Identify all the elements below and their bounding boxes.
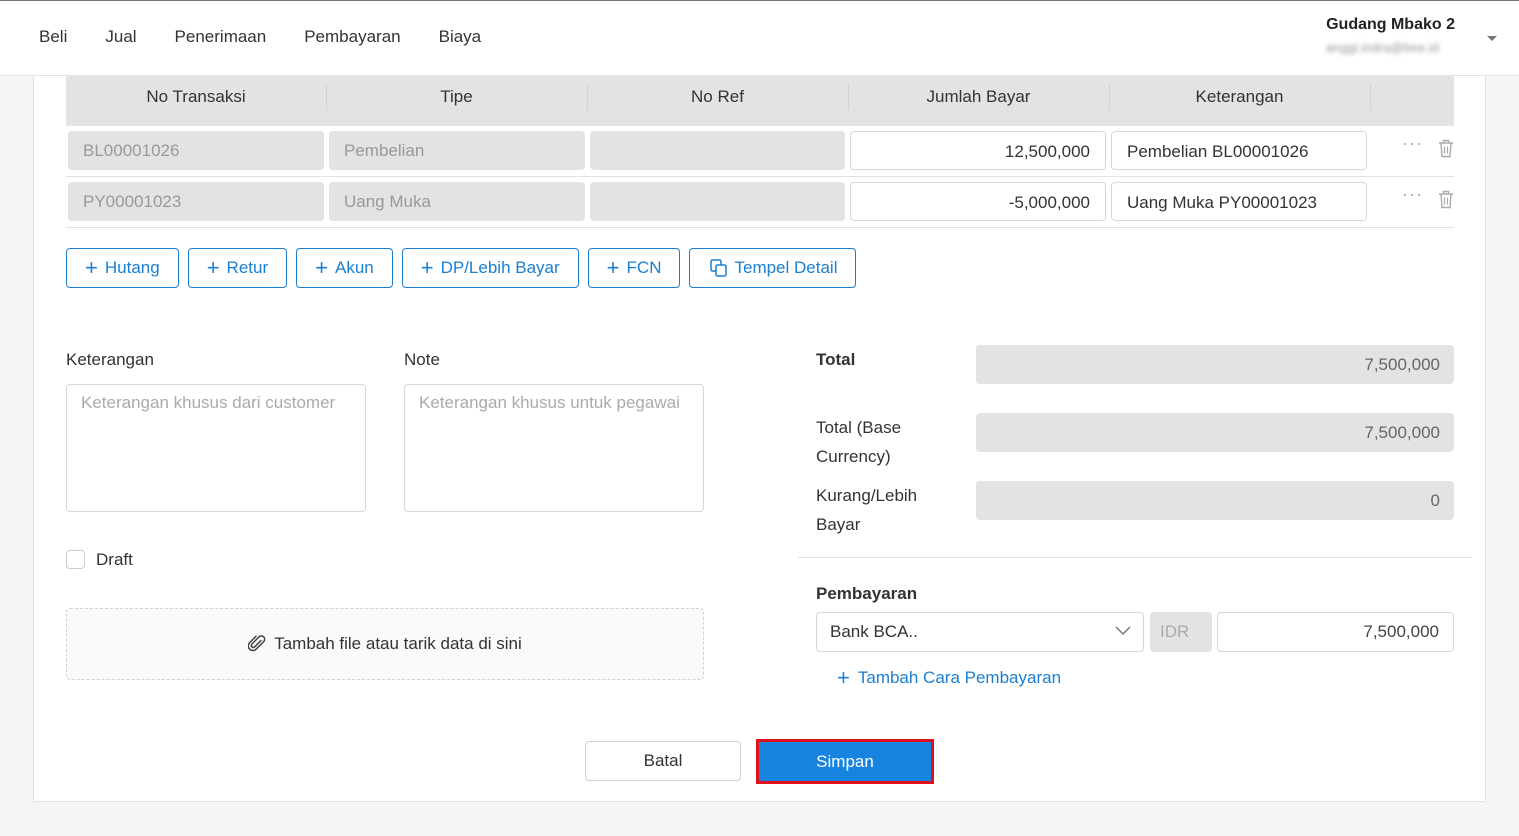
copy-icon xyxy=(710,259,728,277)
add-dp-label: DP/Lebih Bayar xyxy=(440,258,560,277)
kurang-label-line2: Bayar xyxy=(816,515,861,534)
save-button[interactable]: Simpan xyxy=(759,742,931,781)
file-dropzone[interactable]: Tambah file atau tarik data di sini xyxy=(66,608,704,680)
nav-item-penerimaan[interactable]: Penerimaan xyxy=(156,27,286,47)
no-transaksi-cell: BL00001026 xyxy=(68,131,324,170)
payment-method-value: Bank BCA.. xyxy=(830,622,918,641)
add-akun-button[interactable]: + Akun xyxy=(296,248,393,288)
add-fcn-label: FCN xyxy=(626,258,662,277)
trash-icon[interactable] xyxy=(1438,190,1454,214)
paperclip-icon xyxy=(248,635,266,652)
jumlah-bayar-input[interactable]: -5,000,000 xyxy=(850,182,1106,221)
add-payment-method-label: Tambah Cara Pembayaran xyxy=(857,668,1062,687)
chevron-down-icon xyxy=(1115,626,1131,636)
payment-method-select[interactable]: Bank BCA.. xyxy=(816,612,1144,652)
tipe-cell: Uang Muka xyxy=(329,182,585,221)
add-retur-button[interactable]: + Retur xyxy=(187,248,288,288)
table-row: PY00001023 Uang Muka -5,000,000 Uang Muk… xyxy=(66,177,1454,228)
keterangan-input[interactable]: Uang Muka PY00001023 xyxy=(1111,182,1367,221)
keterangan-input[interactable]: Pembelian BL00001026 xyxy=(1111,131,1367,170)
add-retur-label: Retur xyxy=(226,258,269,277)
caret-down-icon[interactable] xyxy=(1487,36,1497,41)
trash-icon[interactable] xyxy=(1438,139,1454,163)
column-header-tipe: Tipe xyxy=(326,76,587,126)
company-name: Gudang Mbako 2 xyxy=(1326,16,1455,33)
more-options-icon[interactable]: ··· xyxy=(1402,134,1422,156)
column-header-actions xyxy=(1370,76,1454,126)
payment-amount-input[interactable]: 7,500,000 xyxy=(1217,612,1454,652)
summary-divider xyxy=(798,557,1472,558)
kurang-lebih-bayar-label: Kurang/Lebih Bayar xyxy=(816,481,917,539)
keterangan-textarea[interactable] xyxy=(66,384,366,512)
total-label: Total xyxy=(816,350,856,369)
kurang-label-line1: Kurang/Lebih xyxy=(816,486,918,505)
plus-icon: + xyxy=(837,665,850,690)
add-hutang-button[interactable]: + Hutang xyxy=(66,248,179,288)
nav-item-biaya[interactable]: Biaya xyxy=(420,27,501,47)
user-email: anggi.indra@bee.id xyxy=(1326,40,1440,55)
column-header-jumlah-bayar: Jumlah Bayar xyxy=(848,76,1109,126)
top-navigation-bar: Beli Jual Penerimaan Pembayaran Biaya Gu… xyxy=(0,0,1519,76)
dropzone-label: Tambah file atau tarik data di sini xyxy=(274,634,522,653)
paste-detail-label: Tempel Detail xyxy=(734,258,838,277)
add-hutang-label: Hutang xyxy=(104,258,160,277)
total-base-label-line2: Currency) xyxy=(816,447,891,466)
payment-currency: IDR xyxy=(1150,612,1212,652)
note-label: Note xyxy=(404,350,440,369)
kurang-lebih-bayar-value: 0 xyxy=(976,481,1454,520)
plus-icon: + xyxy=(606,255,620,280)
total-value: 7,500,000 xyxy=(976,345,1454,384)
keterangan-label: Keterangan xyxy=(66,350,154,369)
plus-icon: + xyxy=(315,255,328,280)
detail-table-header: No Transaksi Tipe No Ref Jumlah Bayar Ke… xyxy=(66,76,1454,126)
table-row: BL00001026 Pembelian 12,500,000 Pembelia… xyxy=(66,126,1454,177)
add-dp-button[interactable]: + DP/Lebih Bayar xyxy=(401,248,579,288)
nav-item-jual[interactable]: Jual xyxy=(86,27,155,47)
company-switcher[interactable]: Gudang Mbako 2 anggi.indra@bee.id xyxy=(1326,16,1455,55)
total-base-label-line1: Total (Base xyxy=(816,418,902,437)
nav-item-beli[interactable]: Beli xyxy=(20,27,86,47)
total-base-currency-value: 7,500,000 xyxy=(976,413,1454,452)
total-base-currency-label: Total (Base Currency) xyxy=(816,413,901,471)
draft-label: Draft xyxy=(96,550,133,569)
draft-checkbox[interactable] xyxy=(66,550,85,569)
cancel-button[interactable]: Batal xyxy=(585,741,741,781)
no-transaksi-cell: PY00001023 xyxy=(68,182,324,221)
add-akun-label: Akun xyxy=(334,258,374,277)
plus-icon: + xyxy=(206,255,220,280)
plus-icon: + xyxy=(85,255,98,280)
paste-detail-button[interactable]: Tempel Detail xyxy=(689,248,857,288)
save-button-highlight: Simpan xyxy=(756,739,934,784)
pembayaran-label: Pembayaran xyxy=(816,584,918,603)
add-payment-method-link[interactable]: + Tambah Cara Pembayaran xyxy=(837,665,1061,691)
more-options-icon[interactable]: ··· xyxy=(1402,185,1422,207)
jumlah-bayar-input[interactable]: 12,500,000 xyxy=(850,131,1106,170)
column-header-no-ref: No Ref xyxy=(587,76,848,126)
tipe-cell: Pembelian xyxy=(329,131,585,170)
column-header-keterangan: Keterangan xyxy=(1109,76,1370,126)
plus-icon: + xyxy=(420,255,434,280)
main-nav: Beli Jual Penerimaan Pembayaran Biaya xyxy=(20,27,500,47)
note-textarea[interactable] xyxy=(404,384,704,512)
add-fcn-button[interactable]: + FCN xyxy=(587,248,681,288)
add-line-buttons: + Hutang + Retur + Akun + DP/Lebih Bayar + FC… xyxy=(66,248,865,288)
payment-form-card: No Transaksi Tipe No Ref Jumlah Bayar Ke… xyxy=(33,76,1486,802)
no-ref-cell xyxy=(590,182,845,221)
column-header-no-transaksi: No Transaksi xyxy=(146,87,246,106)
no-ref-cell xyxy=(590,131,845,170)
nav-item-pembayaran[interactable]: Pembayaran xyxy=(285,27,419,47)
